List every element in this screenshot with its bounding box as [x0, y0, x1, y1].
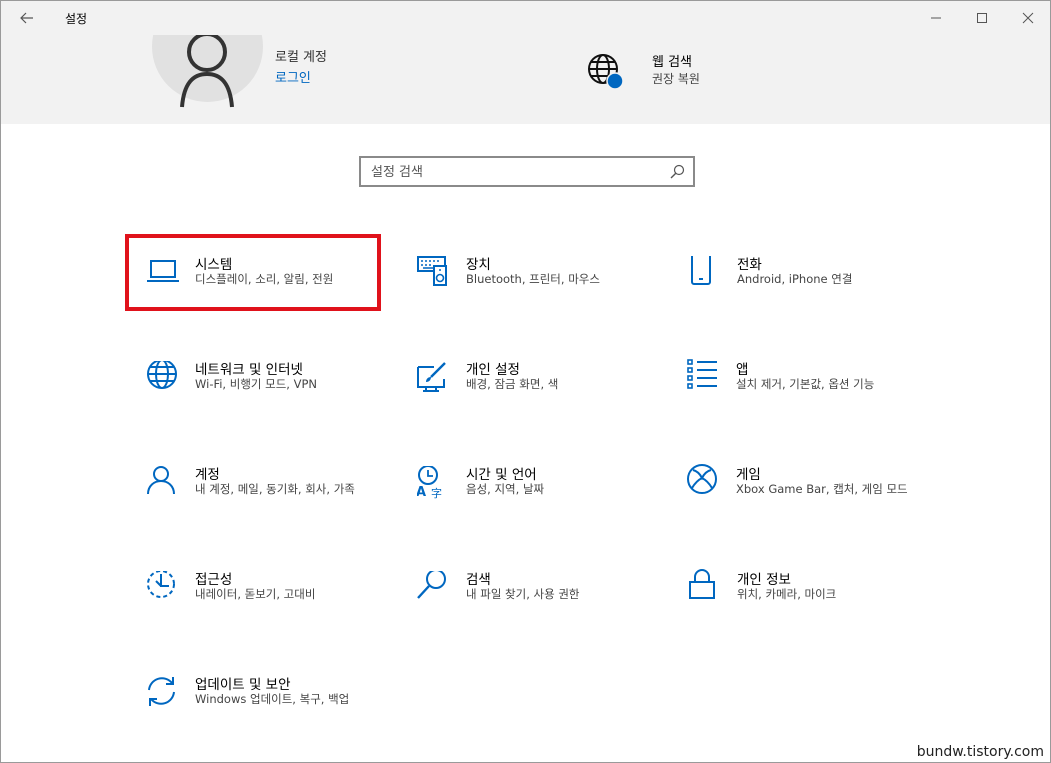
svg-text:字: 字 — [431, 486, 442, 500]
settings-window: 설정 로컬 계정 로그인 웹 검색 권장 복원 설정 검색 시스템 디스플레이,… — [0, 0, 1051, 763]
tile-title: 전화 — [737, 257, 762, 273]
svg-text:A: A — [417, 485, 426, 500]
tile-description: 위치, 카메라, 마이크 — [737, 587, 837, 601]
user-avatar-icon — [180, 35, 234, 108]
tile-description: Bluetooth, 프린터, 마우스 — [466, 272, 600, 286]
tile-description: Windows 업데이트, 복구, 백업 — [195, 692, 350, 706]
keyboard-speaker-icon — [417, 256, 447, 286]
back-arrow-icon — [20, 12, 33, 24]
tile-title: 검색 — [466, 572, 491, 588]
maximize-button[interactable] — [959, 1, 1005, 35]
tile-description: 내 파일 찾기, 사용 권한 — [466, 587, 580, 601]
time-language-icon: A 字 — [417, 466, 442, 500]
tile-search[interactable]: 검색 내 파일 찾기, 사용 권한 — [417, 571, 667, 645]
tile-title: 네트워크 및 인터넷 — [195, 362, 303, 378]
tile-description: 설치 제거, 기본값, 옵션 기능 — [736, 377, 875, 391]
laptop-icon — [147, 260, 179, 282]
window-title: 설정 — [65, 12, 88, 26]
back-button[interactable] — [13, 7, 41, 29]
tile-phone[interactable]: 전화 Android, iPhone 연결 — [688, 256, 938, 330]
tile-devices[interactable]: 장치 Bluetooth, 프린터, 마우스 — [417, 256, 667, 330]
tile-description: 내 계정, 메일, 동기화, 회사, 가족 — [195, 482, 355, 496]
account-header: 로컬 계정 로그인 웹 검색 권장 복원 — [1, 35, 1050, 124]
globe-badge-icon — [588, 54, 624, 90]
magnifier-icon — [417, 571, 446, 599]
search-icon[interactable] — [669, 164, 685, 180]
tile-description: Xbox Game Bar, 캡처, 게임 모드 — [736, 482, 908, 496]
title-bar: 설정 — [1, 1, 1050, 35]
tile-description: 내레이터, 돋보기, 고대비 — [195, 587, 316, 601]
tile-title: 업데이트 및 보안 — [195, 677, 291, 693]
paint-brush-icon — [417, 362, 446, 392]
settings-search-box[interactable] — [359, 156, 695, 187]
web-search-tile-icon[interactable] — [587, 53, 625, 91]
watermark: bundw.tistory.com — [916, 744, 1044, 760]
search-input[interactable] — [371, 163, 661, 181]
tile-description: Android, iPhone 연결 — [737, 272, 853, 286]
tile-description: Wi-Fi, 비행기 모드, VPN — [195, 377, 318, 391]
xbox-icon — [687, 464, 717, 494]
lock-icon — [689, 569, 715, 599]
tile-privacy[interactable]: 개인 정보 위치, 카메라, 마이크 — [688, 569, 938, 643]
tile-title: 시간 및 언어 — [466, 467, 537, 483]
avatar[interactable] — [152, 35, 263, 108]
tile-accounts[interactable]: 계정 내 계정, 메일, 동기화, 회사, 가족 — [146, 466, 396, 540]
tile-title: 접근성 — [195, 572, 233, 588]
login-link[interactable]: 로그인 — [275, 67, 311, 86]
tile-personalization[interactable]: 개인 설정 배경, 잠금 화면, 색 — [417, 361, 667, 435]
tile-time-language[interactable]: A 字 시간 및 언어 음성, 지역, 날짜 — [417, 466, 667, 540]
tile-title: 계정 — [195, 467, 220, 483]
tile-title: 장치 — [466, 257, 491, 273]
app-list-icon — [687, 359, 717, 389]
account-type-label: 로컬 계정 — [275, 50, 327, 65]
tile-network[interactable]: 네트워크 및 인터넷 Wi-Fi, 비행기 모드, VPN — [146, 361, 396, 435]
web-search-subtitle: 권장 복원 — [652, 72, 700, 86]
tile-title: 시스템 — [195, 257, 233, 273]
tile-title: 개인 설정 — [466, 362, 520, 378]
sync-icon — [148, 677, 175, 706]
tile-apps[interactable]: 앱 설치 제거, 기본값, 옵션 기능 — [687, 359, 937, 433]
tile-title: 게임 — [736, 467, 761, 483]
globe-icon — [147, 361, 177, 389]
close-button[interactable] — [1005, 1, 1051, 35]
web-search-title[interactable]: 웹 검색 — [652, 51, 692, 70]
maximize-icon — [977, 13, 987, 23]
tile-title: 개인 정보 — [737, 572, 791, 588]
phone-icon — [691, 256, 711, 285]
close-icon — [1022, 12, 1034, 24]
person-icon — [147, 466, 175, 495]
tile-title: 앱 — [736, 362, 749, 378]
tile-system[interactable]: 시스템 디스플레이, 소리, 알림, 전원 — [146, 256, 396, 330]
minimize-button[interactable] — [913, 1, 959, 35]
tile-description: 음성, 지역, 날짜 — [466, 482, 545, 496]
tile-update-security[interactable]: 업데이트 및 보안 Windows 업데이트, 복구, 백업 — [146, 676, 396, 750]
tile-description: 디스플레이, 소리, 알림, 전원 — [195, 272, 334, 286]
tile-ease-of-access[interactable]: 접근성 내레이터, 돋보기, 고대비 — [146, 571, 396, 645]
tile-description: 배경, 잠금 화면, 색 — [466, 377, 559, 391]
minimize-icon — [931, 17, 941, 19]
tile-gaming[interactable]: 게임 Xbox Game Bar, 캡처, 게임 모드 — [687, 464, 937, 538]
ease-of-access-icon — [147, 571, 175, 598]
